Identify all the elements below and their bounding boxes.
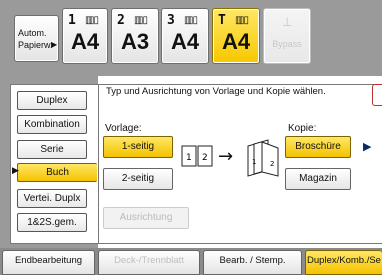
- svg-text:1: 1: [252, 158, 256, 166]
- menu-item-duplex[interactable]: Duplex: [17, 91, 87, 110]
- paper-tray-icon: ▥▯: [85, 15, 99, 26]
- tab-cover-slip-sheet[interactable]: Deck-/Trennblatt: [98, 250, 200, 275]
- copy-magazine-button[interactable]: Magazin: [285, 168, 351, 190]
- paper-tray-icon: ▥▯: [184, 15, 198, 26]
- svg-text:2: 2: [202, 153, 208, 163]
- book-pages-icon: 1 2: [180, 142, 216, 174]
- tray-number: 2: [117, 13, 125, 28]
- scroll-tab[interactable]: [372, 84, 382, 106]
- svg-text:1: 1: [186, 153, 192, 163]
- tray-number: 1: [68, 13, 76, 28]
- tab-duplex-combine-series[interactable]: Duplex/Komb./Se: [305, 250, 382, 275]
- menu-item-book[interactable]: Buch: [17, 163, 97, 182]
- bypass-icon: ⊥: [282, 15, 293, 29]
- arrow-right-icon: ▶: [51, 40, 58, 49]
- menu-item-both-sides[interactable]: 1&2S.gem.: [17, 213, 87, 232]
- selection-marker-icon: ▶: [12, 166, 19, 176]
- copy-booklet-button[interactable]: Broschüre: [285, 136, 351, 158]
- auto-paper-line2: Papierw.: [18, 40, 53, 50]
- tab-finishing[interactable]: Endbearbeitung: [2, 250, 95, 275]
- tray-paper-size: A4: [170, 29, 200, 54]
- expand-arrow-icon[interactable]: ▶: [363, 140, 371, 153]
- tray-number: T: [218, 13, 226, 28]
- auto-paper-select-button[interactable]: Autom. Papierw. ▶: [14, 15, 59, 62]
- tray-paper-size: A4: [221, 29, 251, 54]
- tray-number: 3: [167, 13, 175, 28]
- tray-1-button[interactable]: 1 ▥▯ A4: [62, 8, 108, 64]
- paper-tray-icon: ▥▯: [235, 15, 249, 26]
- bypass-tray-button[interactable]: ⊥ Bypass: [263, 8, 311, 64]
- menu-item-series[interactable]: Serie: [17, 140, 87, 159]
- auto-paper-line1: Autom.: [18, 28, 47, 38]
- copy-label: Kopie:: [288, 123, 317, 134]
- tray-3-button[interactable]: 3 ▥▯ A4: [161, 8, 209, 64]
- tab-edit-stamp[interactable]: Bearb. / Stemp.: [203, 250, 302, 275]
- arrow-right-icon: →: [218, 146, 234, 167]
- tray-t-button[interactable]: T ▥▯ A4: [212, 8, 260, 64]
- orientation-button[interactable]: Ausrichtung: [103, 207, 189, 229]
- original-one-sided-button[interactable]: 1-seitig: [103, 136, 173, 158]
- menu-item-distribute-duplex[interactable]: Vertei. Duplx: [17, 189, 87, 208]
- menu-item-combine[interactable]: Kombination: [17, 115, 87, 134]
- svg-text:2: 2: [270, 160, 274, 168]
- original-two-sided-button[interactable]: 2-seitig: [103, 168, 173, 190]
- tray-2-button[interactable]: 2 ▥▯ A3: [111, 8, 159, 64]
- booklet-icon: 1 2: [244, 136, 284, 180]
- bypass-label: Bypass: [272, 39, 302, 49]
- tray-paper-size: A3: [120, 29, 150, 54]
- tray-paper-size: A4: [70, 29, 100, 54]
- original-label: Vorlage:: [105, 123, 142, 134]
- instruction-text: Typ und Ausrichtung von Vorlage und Kopi…: [106, 86, 326, 97]
- paper-tray-icon: ▥▯: [134, 15, 148, 26]
